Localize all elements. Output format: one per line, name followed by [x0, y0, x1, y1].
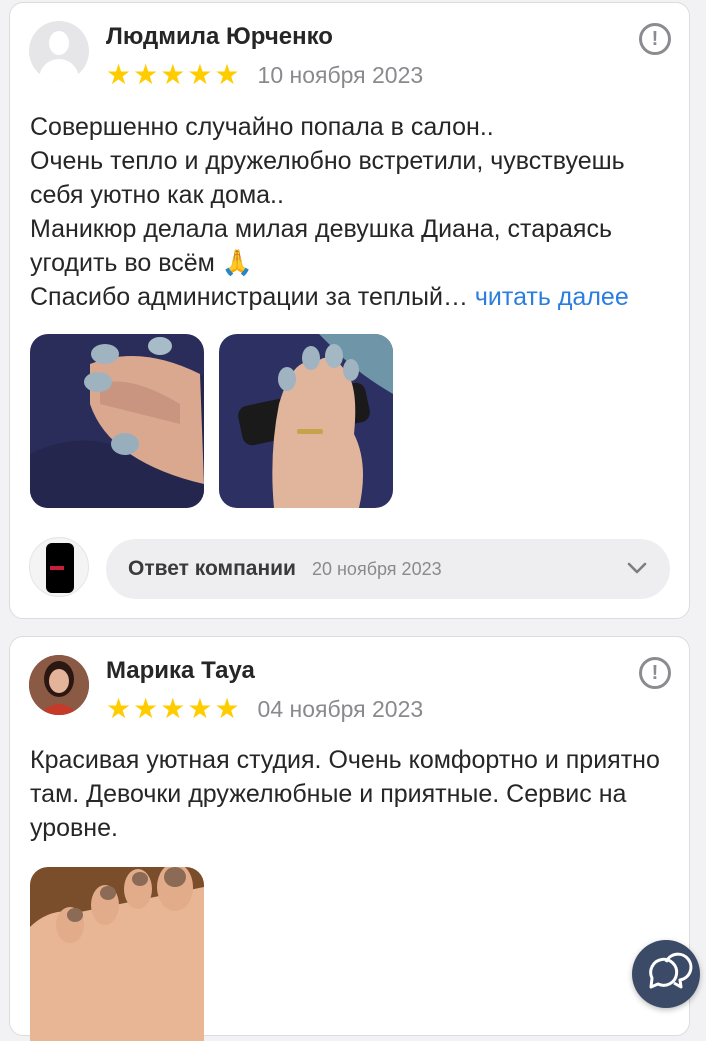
review-photo[interactable]	[219, 334, 393, 508]
avatar-shoulders	[39, 59, 79, 81]
star-icon: ★	[187, 58, 213, 91]
review-card: Людмила Юрченко ★ ★ ★ ★ ★ 10 ноября 2023…	[9, 2, 690, 619]
pedicure-photo	[30, 867, 204, 1041]
manicure-photo-2	[219, 334, 393, 508]
review-text: Красивая уютная студия. Очень комфортно …	[30, 746, 660, 842]
review-date: 04 ноября 2023	[257, 695, 424, 722]
exclamation-circle-icon[interactable]: !	[639, 23, 671, 55]
rating-row: ★ ★ ★ ★ ★ 04 ноября 2023	[106, 695, 423, 723]
review-text-truncated: Спасибо администрации за теплый…	[30, 283, 468, 311]
star-rating: ★ ★ ★ ★ ★	[106, 695, 240, 723]
review-author[interactable]: Людмила Юрченко	[106, 23, 333, 51]
chevron-down-icon	[627, 562, 647, 574]
review-photo[interactable]	[30, 867, 204, 1041]
star-icon: ★	[187, 692, 213, 725]
read-more-link[interactable]: читать далее	[475, 283, 629, 311]
exclamation-circle-icon[interactable]: !	[639, 657, 671, 689]
review-text: Совершенно случайно попала в салон.. Оче…	[30, 110, 680, 314]
avatar[interactable]	[29, 21, 89, 81]
manicure-photo-1	[30, 334, 204, 508]
rating-row: ★ ★ ★ ★ ★ 10 ноября 2023	[106, 61, 423, 89]
review-text-line: Маникюр делала милая девушка Диана, стар…	[30, 215, 612, 277]
review-author[interactable]: Марика Тауа	[106, 657, 255, 685]
company-reply-date: 20 ноября 2023	[311, 558, 442, 579]
chat-button[interactable]	[632, 940, 700, 1008]
review-text-line: Очень тепло и дружелюбно встретили, чувс…	[30, 147, 625, 209]
company-logo-mark	[50, 566, 64, 570]
company-logo	[29, 537, 89, 597]
star-rating: ★ ★ ★ ★ ★	[106, 61, 240, 89]
review-card: Марика Тауа ★ ★ ★ ★ ★ 04 ноября 2023 ! К…	[9, 636, 690, 1041]
review-date: 10 ноября 2023	[257, 61, 424, 88]
company-reply-label: Ответ компании	[128, 557, 296, 580]
avatar-photo	[29, 655, 89, 715]
chat-bubbles-icon	[649, 952, 693, 989]
star-icon: ★	[106, 58, 132, 91]
avatar-head	[49, 31, 69, 55]
review-photo[interactable]	[30, 334, 204, 508]
star-icon: ★	[160, 692, 186, 725]
star-icon: ★	[160, 58, 186, 91]
star-icon: ★	[214, 58, 240, 91]
star-icon: ★	[133, 692, 159, 725]
star-icon: ★	[106, 692, 132, 725]
star-icon: ★	[133, 58, 159, 91]
review-text-line: Совершенно случайно попала в салон..	[30, 113, 494, 141]
star-icon: ★	[214, 692, 240, 725]
company-reply-toggle[interactable]: Ответ компании 20 ноября 2023	[106, 539, 670, 599]
review-text-line: Спасибо администрации за теплый… читать …	[30, 280, 680, 314]
avatar[interactable]	[29, 655, 89, 715]
